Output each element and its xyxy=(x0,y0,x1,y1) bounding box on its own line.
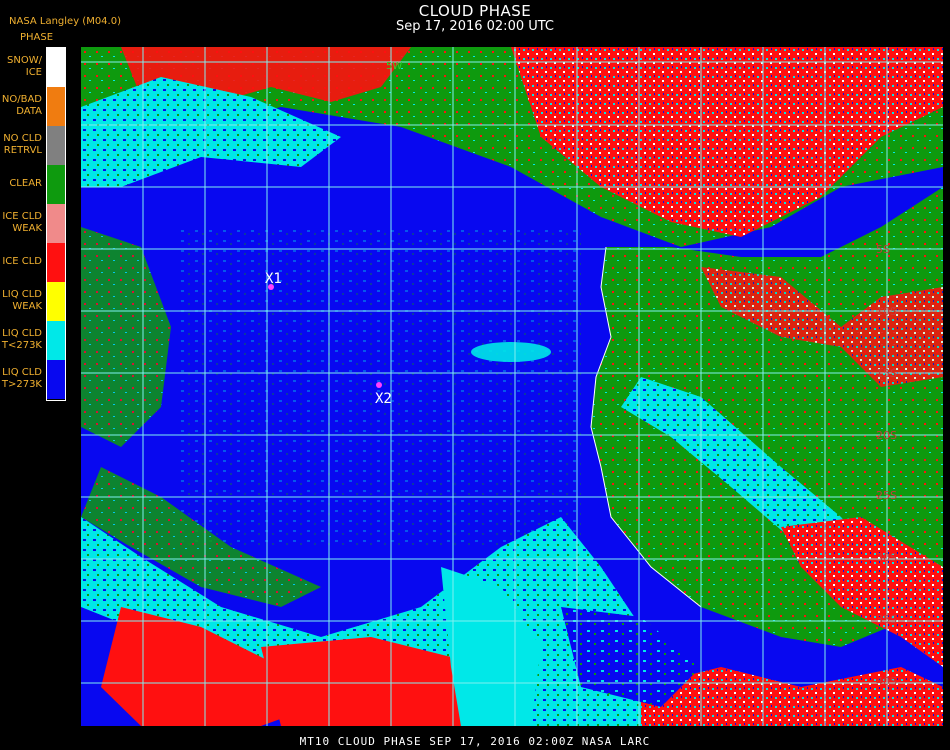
marker-x2-label: X2 xyxy=(375,391,392,407)
legend-swatch xyxy=(47,204,65,243)
chart-subtitle: Sep 17, 2016 02:00 UTC xyxy=(395,19,555,34)
legend-colorbar xyxy=(46,47,66,401)
latitude-label: 20S xyxy=(876,429,897,442)
legend-label: LIQ CLD T<273K xyxy=(1,327,42,351)
chart-title: CLOUD PHASE xyxy=(418,2,532,20)
provider-label: NASA Langley (M04.0) xyxy=(9,16,121,27)
latitude-label: 30S xyxy=(876,551,897,564)
legend-label: LIQ CLD WEAK xyxy=(2,288,42,312)
legend-label: NO/BAD DATA xyxy=(1,93,42,117)
marker-x2-dot xyxy=(376,382,382,388)
longitude-label-top: 5W xyxy=(386,61,402,72)
legend-swatch xyxy=(47,87,65,126)
latitude-label: 35S xyxy=(876,613,897,626)
legend-label: NO CLD RETRVL xyxy=(3,132,42,156)
legend-label: CLEAR xyxy=(9,177,42,189)
legend-swatch xyxy=(47,126,65,165)
latitude-label: 10S xyxy=(876,305,897,318)
central-cyan-patch xyxy=(471,342,551,362)
cloud-phase-map: 5S 10S 15S 20S 25S 30S 35S 40S 5W X1 X2 xyxy=(81,47,943,726)
legend-swatch xyxy=(47,48,65,87)
latitude-label: 5S xyxy=(876,243,890,256)
latitude-label: 25S xyxy=(876,489,897,502)
marker-x1-label: X1 xyxy=(265,271,282,287)
footer-caption: MT10 CLOUD PHASE SEP 17, 2016 02:00Z NAS… xyxy=(299,735,651,748)
latitude-label: 15S xyxy=(876,367,897,380)
legend-swatch xyxy=(47,165,65,204)
legend-swatch xyxy=(47,360,65,399)
legend-label: ICE CLD WEAK xyxy=(2,210,42,234)
legend-swatch xyxy=(47,243,65,282)
legend-title: PHASE xyxy=(20,32,54,43)
legend-swatch xyxy=(47,282,65,321)
legend-swatch xyxy=(47,321,65,360)
latitude-label: 40S xyxy=(876,675,897,688)
legend-label: SNOW/ ICE xyxy=(7,54,42,78)
legend-label: LIQ CLD T>273K xyxy=(1,366,42,390)
legend-label: ICE CLD xyxy=(2,255,42,267)
